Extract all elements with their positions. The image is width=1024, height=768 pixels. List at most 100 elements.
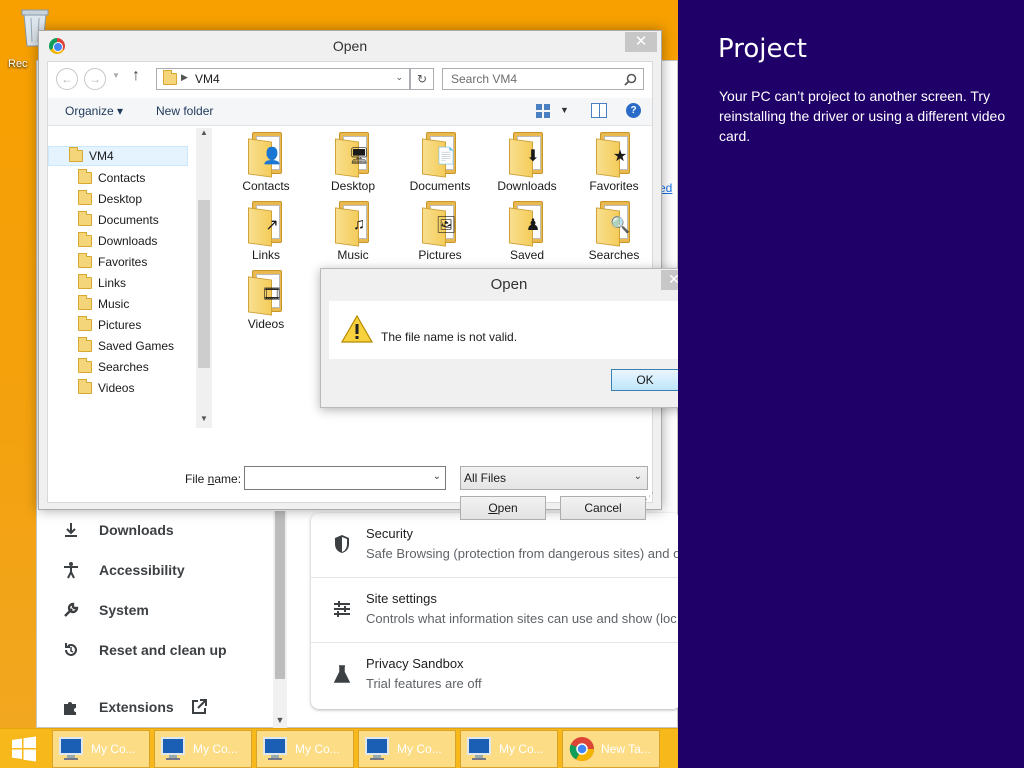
taskbar-button[interactable]: My Co... — [154, 730, 252, 768]
folder-badge-icon: 👤 — [262, 148, 282, 165]
folder-icon — [78, 274, 92, 289]
settings-nav-label: Accessibility — [99, 562, 185, 578]
file-item-label: Music — [337, 248, 369, 262]
file-item[interactable]: 📄 Documents — [404, 132, 476, 198]
taskbar-button[interactable]: New Ta... — [562, 730, 660, 768]
tree-item[interactable]: Pictures — [78, 315, 141, 335]
settings-nav-system[interactable]: System — [59, 596, 149, 624]
search-box[interactable]: Search VM4 — [442, 68, 644, 90]
file-item-label: Favorites — [589, 179, 639, 193]
row-title: Security — [366, 526, 413, 541]
taskbar-button[interactable]: My Co... — [358, 730, 456, 768]
up-button[interactable]: ↑ — [132, 67, 140, 85]
error-dialog-title: Open — [490, 276, 528, 293]
taskbar-button[interactable]: My Co... — [256, 730, 354, 768]
new-folder-button[interactable]: New folder — [156, 104, 213, 118]
dialog-titlebar[interactable]: Open ✕ — [39, 31, 661, 61]
chrome-icon — [569, 737, 594, 762]
file-item[interactable]: ♟ Saved — [491, 201, 563, 267]
file-item[interactable]: ★ Favorites — [578, 132, 650, 198]
scroll-down-arrow[interactable]: ▼ — [200, 414, 208, 423]
tree-item-vm4[interactable]: VM4 — [48, 146, 188, 166]
folder-badge-icon: ⬇ — [526, 148, 540, 165]
folder-icon: ↗ — [248, 201, 284, 247]
computer-icon — [263, 737, 287, 760]
project-message: Your PC can’t project to another screen.… — [719, 88, 1006, 144]
dialog-title: Open — [332, 38, 368, 54]
settings-nav-extensions[interactable]: Extensions — [59, 693, 208, 721]
tree-item[interactable]: Desktop — [78, 189, 142, 209]
view-options-icon[interactable] — [536, 104, 550, 118]
windows-logo-icon — [12, 736, 36, 762]
scroll-down-arrow[interactable]: ▼ — [273, 715, 287, 729]
tree-item-label: Documents — [98, 213, 159, 227]
address-bar[interactable]: ▶ VM4 ⌄ — [156, 68, 410, 90]
file-item[interactable]: 🔍 Searches — [578, 201, 650, 267]
ok-button[interactable]: OK — [611, 369, 679, 391]
close-button[interactable]: ✕ — [625, 32, 657, 52]
tree-item-label: Contacts — [98, 171, 146, 185]
file-item[interactable]: 🎞 Videos — [230, 270, 302, 336]
start-button[interactable] — [0, 729, 48, 768]
row-title: Privacy Sandbox — [366, 656, 464, 671]
file-item[interactable]: ↗ Links — [230, 201, 302, 267]
folder-icon — [78, 316, 92, 331]
navigation-scrollbar[interactable]: ▲ ▼ — [196, 128, 212, 428]
breadcrumb-chevron-icon[interactable]: ▶ — [181, 72, 188, 83]
tree-item-label: Saved Games — [98, 339, 175, 353]
tree-item[interactable]: Downloads — [78, 231, 157, 251]
error-dialog: Open ✕ The file name is not valid. OK — [320, 268, 695, 408]
file-item[interactable]: 👤 Contacts — [230, 132, 302, 198]
folder-icon — [78, 358, 92, 373]
back-button[interactable]: ← — [56, 68, 78, 90]
address-history-dropdown[interactable]: ⌄ — [395, 72, 403, 83]
settings-row-security[interactable]: Security Safe Browsing (protection from … — [311, 513, 681, 578]
file-type-select[interactable]: All Files ⌄ — [460, 466, 648, 490]
taskbar-button[interactable]: My Co... — [460, 730, 558, 768]
organize-button[interactable]: Organize ▾ — [65, 104, 123, 118]
recent-locations-icon[interactable]: ▼ — [112, 71, 120, 80]
tree-item[interactable]: Videos — [78, 378, 134, 398]
help-icon[interactable]: ? — [626, 103, 641, 118]
settings-nav-reset[interactable]: Reset and clean up — [59, 636, 227, 664]
tree-item[interactable]: Links — [78, 273, 126, 293]
file-item-label: Videos — [247, 317, 285, 331]
tree-item[interactable]: Favorites — [78, 252, 147, 272]
file-item-label: Searches — [588, 248, 640, 262]
folder-badge-icon: 🔍 — [610, 217, 630, 234]
scrollbar-thumb[interactable] — [198, 200, 210, 368]
folder-badge-icon: 🎞 — [261, 286, 283, 303]
tree-item[interactable]: Documents — [78, 210, 159, 230]
file-item[interactable]: ⬇ Downloads — [491, 132, 563, 198]
folder-badge-icon: ★ — [612, 148, 628, 165]
open-button[interactable]: Open — [460, 496, 546, 520]
computer-icon — [59, 737, 83, 760]
settings-nav-downloads[interactable]: Downloads — [59, 516, 174, 544]
folder-icon — [78, 295, 92, 310]
file-item[interactable]: ♫ Music — [317, 201, 389, 267]
chevron-down-icon[interactable]: ⌄ — [433, 471, 441, 482]
resize-grip-icon[interactable]: ⋰ — [645, 491, 655, 501]
preview-pane-icon[interactable] — [591, 103, 607, 118]
taskbar-button[interactable]: My Co... — [52, 730, 150, 768]
tree-item[interactable]: Saved Games — [78, 336, 174, 356]
settings-nav-label: System — [99, 602, 149, 618]
tree-item[interactable]: Searches — [78, 357, 149, 377]
file-item[interactable]: 🖥 Desktop — [317, 132, 389, 198]
refresh-button[interactable]: ↻ — [410, 68, 434, 90]
file-item-label: Links — [251, 248, 280, 262]
scroll-up-arrow[interactable]: ▲ — [200, 128, 208, 137]
sidebar-scrollbar[interactable] — [273, 511, 287, 729]
cancel-button[interactable]: Cancel — [560, 496, 646, 520]
settings-nav-accessibility[interactable]: Accessibility — [59, 556, 185, 584]
tree-item[interactable]: Music — [78, 294, 129, 314]
settings-row-site-settings[interactable]: Site settings Controls what information … — [311, 578, 681, 643]
view-dropdown-icon[interactable]: ▼ — [560, 105, 569, 115]
tree-item[interactable]: Contacts — [78, 168, 145, 188]
file-name-input[interactable]: ⌄ — [244, 466, 446, 490]
forward-button[interactable]: → — [84, 68, 106, 90]
settings-row-privacy-sandbox[interactable]: Privacy Sandbox Trial features are off — [311, 643, 681, 708]
scrollbar-thumb[interactable] — [275, 511, 285, 679]
file-item[interactable]: 🖼 Pictures — [404, 201, 476, 267]
refresh-icon: ↻ — [416, 72, 428, 86]
